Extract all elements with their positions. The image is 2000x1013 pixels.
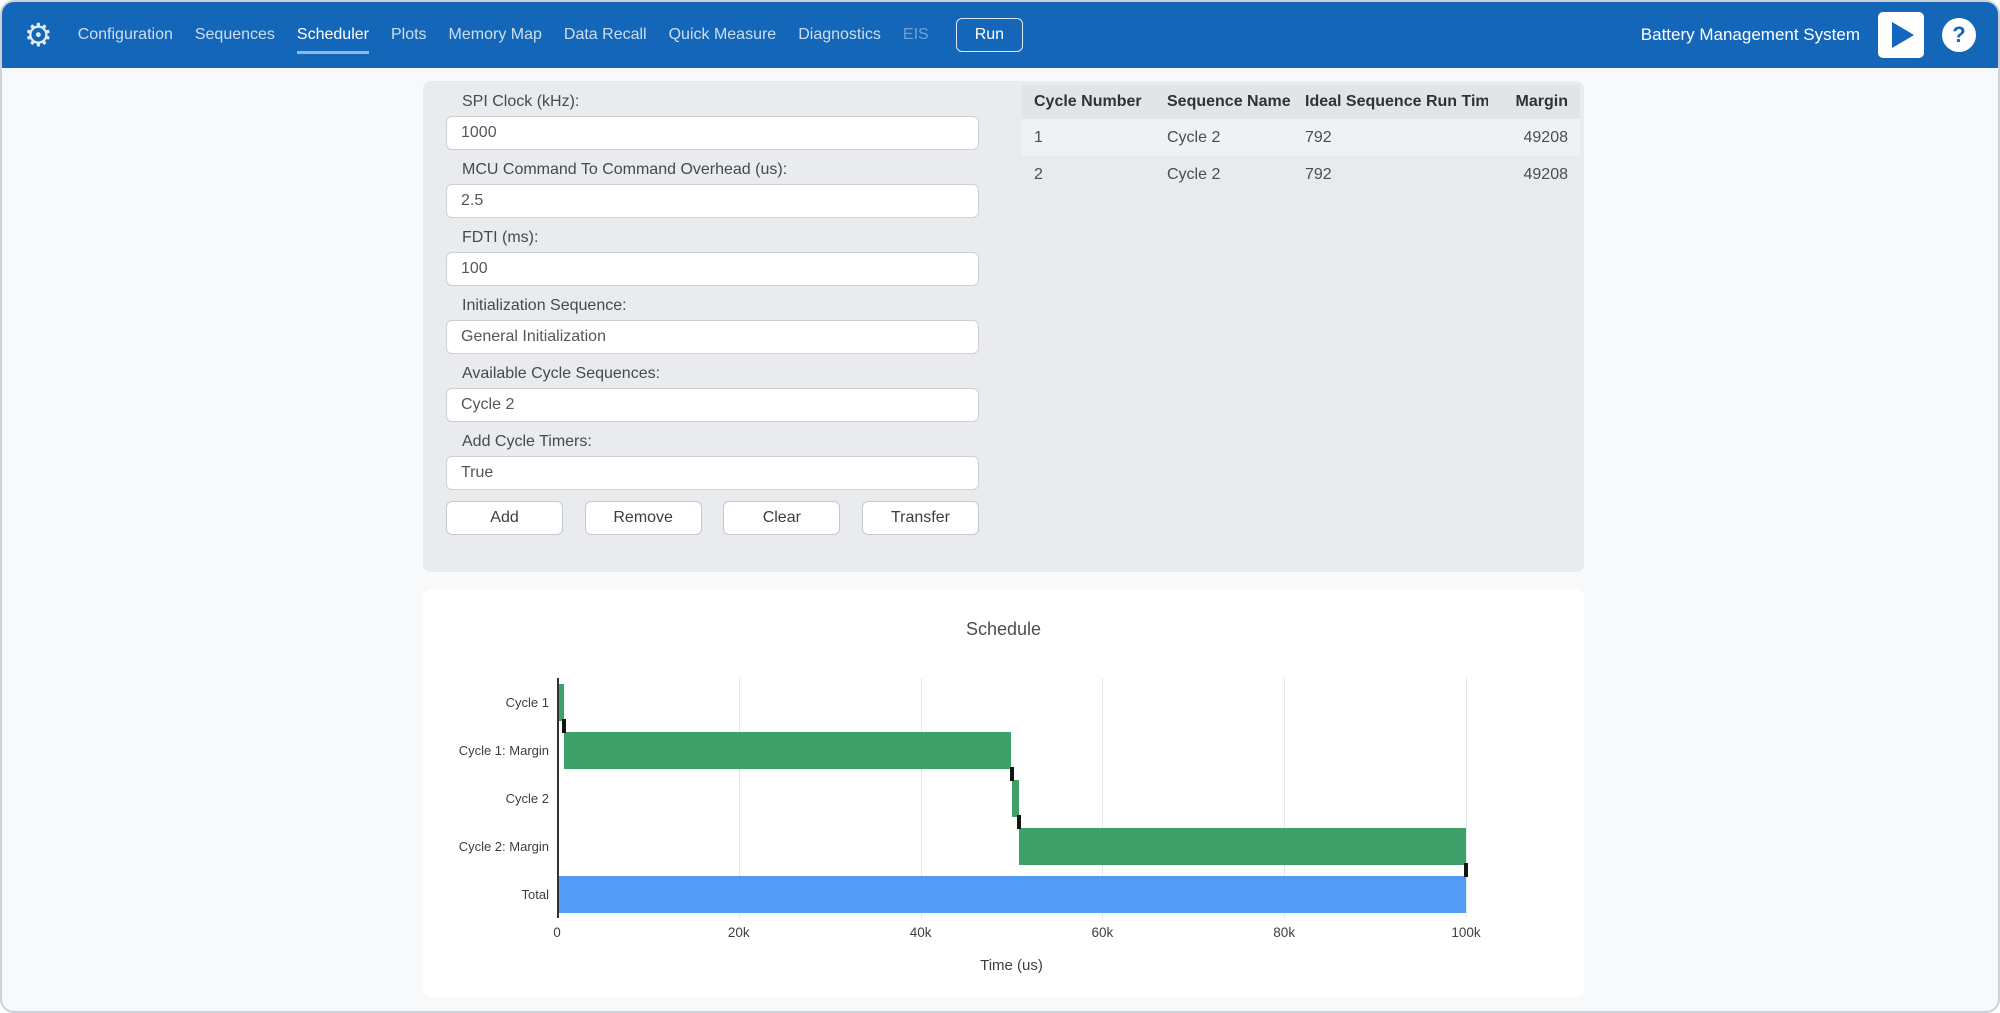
bar-end-marker — [1010, 767, 1014, 781]
init-sequence-label: Initialization Sequence: — [462, 297, 979, 315]
col-header-margin: Margin — [1488, 93, 1580, 111]
cell-sequence-name: Cycle 2 — [1155, 129, 1293, 147]
col-header-sequence-name: Sequence Name — [1155, 93, 1293, 111]
y-axis-label: Total — [423, 870, 549, 918]
table-row[interactable]: 1 Cycle 2 792 49208 — [1022, 119, 1580, 156]
schedule-chart-card: Schedule Cycle 1Cycle 1: MarginCycle 2Cy… — [423, 589, 1584, 997]
play-button[interactable] — [1878, 12, 1924, 58]
col-header-cycle-number: Cycle Number — [1022, 93, 1155, 111]
mcu-overhead-label: MCU Command To Command Overhead (us): — [462, 161, 979, 179]
x-axis-tick: 100k — [1451, 925, 1480, 940]
x-axis-tick: 40k — [910, 925, 932, 940]
app-title: Battery Management System — [1641, 25, 1860, 45]
schedule-plot — [557, 678, 1466, 918]
cell-sequence-name: Cycle 2 — [1155, 166, 1293, 184]
table-header-row: Cycle Number Sequence Name Ideal Sequenc… — [1022, 85, 1580, 119]
cell-ideal-run-time: 792 — [1293, 166, 1488, 184]
x-axis-tick: 60k — [1092, 925, 1114, 940]
app-window: ⚙ Configuration Sequences Scheduler Plot… — [0, 0, 2000, 1013]
chart-x-ticks: 020k40k60k80k100k — [557, 925, 1466, 943]
nav-item-eis[interactable]: EIS — [892, 2, 940, 68]
top-navbar: ⚙ Configuration Sequences Scheduler Plot… — [2, 2, 1998, 68]
cell-cycle-number: 1 — [1022, 129, 1155, 147]
cycle-sequences-input[interactable] — [446, 388, 979, 422]
x-axis-tick: 80k — [1273, 925, 1295, 940]
gear-icon[interactable]: ⚙ — [24, 19, 53, 51]
field-init-sequence: Initialization Sequence: — [446, 297, 979, 354]
nav-items: Configuration Sequences Scheduler Plots … — [67, 2, 940, 68]
col-header-ideal-run-time: Ideal Sequence Run Time (us) — [1293, 93, 1488, 111]
y-axis-label: Cycle 1 — [423, 678, 549, 726]
transfer-button[interactable]: Transfer — [862, 501, 979, 535]
navbar-right: Battery Management System ? — [1641, 12, 1976, 58]
help-button[interactable]: ? — [1942, 18, 1976, 52]
form-buttons: Add Remove Clear Transfer — [446, 501, 979, 535]
field-mcu-overhead: MCU Command To Command Overhead (us): — [446, 161, 979, 218]
scheduler-panel: SPI Clock (kHz): MCU Command To Command … — [423, 81, 1584, 572]
y-axis-label: Cycle 2: Margin — [423, 822, 549, 870]
cell-ideal-run-time: 792 — [1293, 129, 1488, 147]
x-axis-tick: 20k — [728, 925, 750, 940]
cycles-table: Cycle Number Sequence Name Ideal Sequenc… — [1022, 85, 1580, 193]
cycle-timers-input[interactable] — [446, 456, 979, 490]
cycle-timers-label: Add Cycle Timers: — [462, 433, 979, 451]
y-axis-label: Cycle 2 — [423, 774, 549, 822]
table-row[interactable]: 2 Cycle 2 792 49208 — [1022, 156, 1580, 193]
cell-cycle-number: 2 — [1022, 166, 1155, 184]
fdti-input[interactable] — [446, 252, 979, 286]
nav-item-quick-measure[interactable]: Quick Measure — [658, 2, 788, 68]
field-cycle-sequences: Available Cycle Sequences: — [446, 365, 979, 422]
run-button[interactable]: Run — [956, 18, 1023, 52]
nav-item-scheduler[interactable]: Scheduler — [286, 2, 380, 68]
gridline — [1466, 678, 1467, 918]
remove-button[interactable]: Remove — [585, 501, 702, 535]
chart-title: Schedule — [423, 619, 1584, 640]
chart-bar-cycle-2-margin — [1019, 828, 1466, 865]
bar-end-marker — [1464, 863, 1468, 877]
nav-item-diagnostics[interactable]: Diagnostics — [787, 2, 892, 68]
y-axis-line — [557, 678, 559, 918]
spi-clock-input[interactable] — [446, 116, 979, 150]
chart-bar-cycle-2 — [1012, 780, 1019, 817]
nav-item-sequences[interactable]: Sequences — [184, 2, 286, 68]
y-axis-label: Cycle 1: Margin — [423, 726, 549, 774]
chart-y-labels: Cycle 1Cycle 1: MarginCycle 2Cycle 2: Ma… — [423, 678, 549, 918]
chart-bar-cycle-1-margin — [564, 732, 1011, 769]
help-icon: ? — [1952, 22, 1965, 48]
field-cycle-timers: Add Cycle Timers: — [446, 433, 979, 490]
mcu-overhead-input[interactable] — [446, 184, 979, 218]
nav-item-configuration[interactable]: Configuration — [67, 2, 184, 68]
field-fdti: FDTI (ms): — [446, 229, 979, 286]
nav-item-data-recall[interactable]: Data Recall — [553, 2, 658, 68]
nav-item-memory-map[interactable]: Memory Map — [438, 2, 553, 68]
play-icon — [1892, 22, 1914, 48]
cycle-sequences-label: Available Cycle Sequences: — [462, 365, 979, 383]
add-button[interactable]: Add — [446, 501, 563, 535]
spi-clock-label: SPI Clock (kHz): — [462, 93, 979, 111]
x-axis-tick: 0 — [553, 925, 561, 940]
scheduler-form: SPI Clock (kHz): MCU Command To Command … — [446, 93, 979, 535]
nav-item-plots[interactable]: Plots — [380, 2, 438, 68]
fdti-label: FDTI (ms): — [462, 229, 979, 247]
chart-bar-total — [557, 876, 1466, 913]
field-spi-clock: SPI Clock (kHz): — [446, 93, 979, 150]
bar-end-marker — [1017, 815, 1021, 829]
cell-margin: 49208 — [1488, 166, 1580, 184]
clear-button[interactable]: Clear — [723, 501, 840, 535]
chart-x-axis-label: Time (us) — [557, 957, 1466, 974]
init-sequence-input[interactable] — [446, 320, 979, 354]
cell-margin: 49208 — [1488, 129, 1580, 147]
bar-end-marker — [562, 719, 566, 733]
